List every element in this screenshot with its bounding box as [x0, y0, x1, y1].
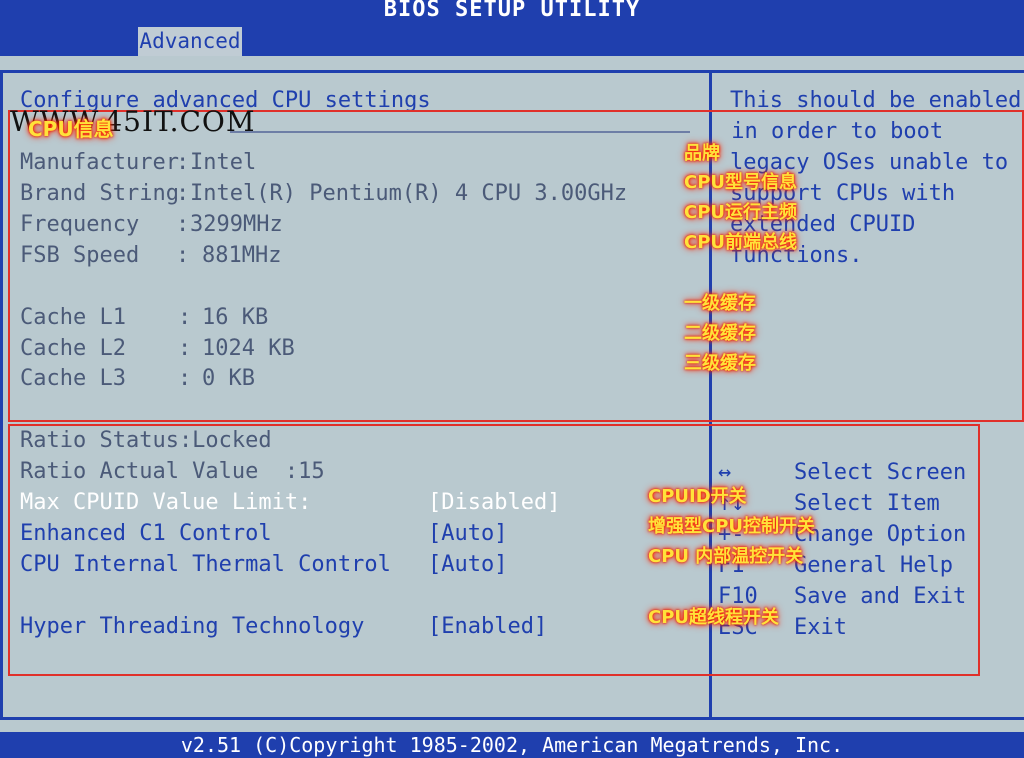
annotation-cpu-info: CPU信息 — [28, 117, 114, 141]
annotation-c1: 增强型CPU控制开关 — [648, 516, 816, 537]
annotation-l1: 一级缓存 — [684, 293, 756, 314]
annotation-l2: 二级缓存 — [684, 323, 756, 344]
frame-left-line — [0, 70, 3, 720]
annotation-thermal: CPU 内部温控开关 — [648, 546, 804, 567]
annotation-ht: CPU超线程开关 — [648, 607, 780, 628]
annotation-brand: 品牌 — [684, 143, 720, 164]
annotation-frequency: CPU运行主频 — [684, 202, 798, 223]
highlight-cpu-info-box — [8, 110, 1024, 422]
bios-title: BIOS SETUP UTILITY — [0, 0, 1024, 24]
frame-top-line — [0, 70, 1024, 73]
annotation-cpuid: CPUID开关 — [648, 486, 747, 507]
tab-advanced[interactable]: Advanced — [138, 27, 242, 56]
highlight-cpu-settings-box — [8, 424, 980, 676]
frame-bottom-line — [0, 717, 1024, 720]
copyright-status-bar: v2.51 (C)Copyright 1985-2002, American M… — [0, 732, 1024, 757]
annotation-l3: 三级缓存 — [684, 353, 756, 374]
annotation-model: CPU型号信息 — [684, 172, 798, 193]
annotation-fsb: CPU前端总线 — [684, 232, 798, 253]
